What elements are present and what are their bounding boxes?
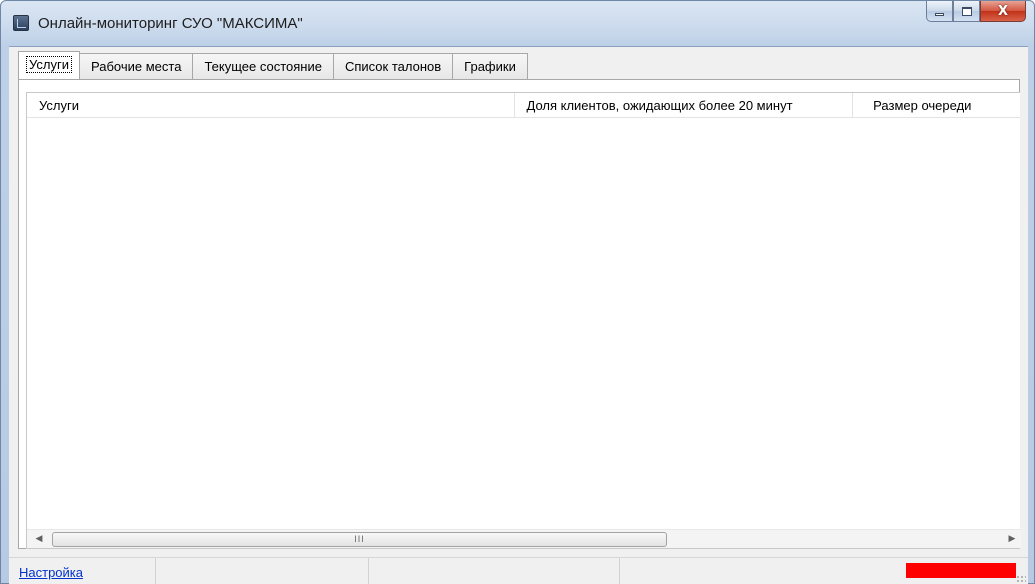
client-area: Услуги Рабочие места Текущее состояние С… [9, 46, 1028, 584]
scroll-right-icon[interactable]: ▶ [1003, 532, 1021, 547]
window-title: Онлайн-мониторинг СУО "МАКСИМА" [38, 15, 303, 32]
scroll-left-icon[interactable]: ◀ [30, 532, 48, 547]
services-tab-panel: Услуги Доля клиентов, ожидающих более 20… [18, 79, 1021, 549]
column-header-queue-size[interactable]: Размер очереди [853, 93, 1020, 118]
monitor-app-icon[interactable] [13, 15, 29, 31]
tab-label: Текущее состояние [204, 59, 322, 74]
horizontal-scrollbar[interactable]: ◀ III ▶ [27, 529, 1021, 548]
tab-ticket-list[interactable]: Список талонов [333, 53, 454, 81]
close-icon: X [997, 3, 1009, 19]
maximize-icon [961, 6, 972, 16]
services-list-view[interactable]: Услуги Доля клиентов, ожидающих более 20… [26, 92, 1021, 549]
status-cell-settings: Настройка [9, 558, 156, 584]
tab-strip: Услуги Рабочие места Текущее состояние С… [18, 51, 528, 81]
tab-label: Графики [464, 59, 516, 74]
close-button[interactable]: X [980, 1, 1026, 22]
resize-grip-icon[interactable] [1016, 575, 1026, 584]
maximize-button[interactable] [953, 1, 980, 22]
caption-buttons: X [926, 1, 1026, 23]
list-body[interactable] [27, 119, 1020, 510]
settings-link[interactable]: Настройка [19, 565, 83, 580]
scroll-thumb[interactable]: III [52, 532, 667, 547]
list-header: Услуги Доля клиентов, ожидающих более 20… [27, 93, 1020, 118]
title-bar[interactable]: Онлайн-мониторинг СУО "МАКСИМА" X [1, 1, 1034, 45]
column-header-wait-share[interactable]: Доля клиентов, ожидающих более 20 минут [515, 93, 854, 118]
tab-charts[interactable]: Графики [453, 53, 528, 81]
tab-label: Рабочие места [90, 59, 182, 74]
tab-workplaces[interactable]: Рабочие места [79, 53, 194, 81]
status-cell [369, 558, 620, 584]
tab-current-state[interactable]: Текущее состояние [193, 53, 334, 81]
status-cell-indicator [620, 558, 1028, 584]
tab-services[interactable]: Услуги [18, 51, 80, 81]
status-bar: Настройка [9, 557, 1028, 584]
minimize-icon [935, 13, 944, 16]
column-header-services[interactable]: Услуги [27, 93, 515, 118]
tab-label: Список талонов [344, 59, 442, 74]
main-window: Онлайн-мониторинг СУО "МАКСИМА" X Услуги… [0, 0, 1035, 584]
status-indicator [906, 563, 1016, 578]
status-cell [156, 558, 369, 584]
minimize-button[interactable] [926, 1, 953, 22]
tab-label: Услуги [26, 56, 72, 73]
